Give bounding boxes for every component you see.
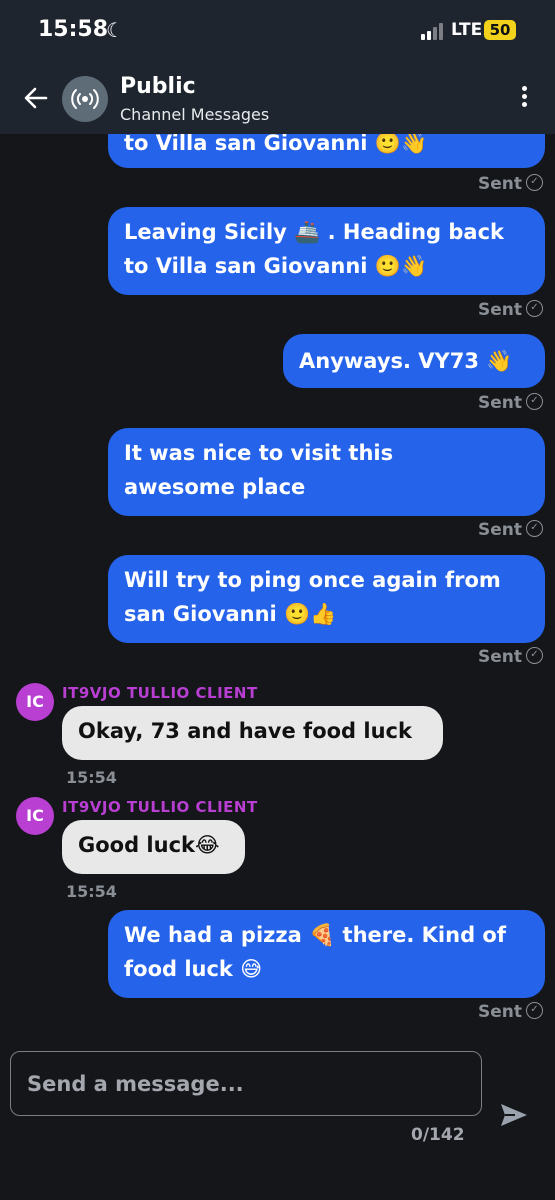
send-icon[interactable] xyxy=(499,1102,529,1128)
outgoing-message-bubble[interactable]: to Villa san Giovanni 🙂👋 xyxy=(108,134,545,168)
network-type: LTE xyxy=(451,20,483,40)
outgoing-message-bubble[interactable]: We had a pizza 🍕 there. Kind of food luc… xyxy=(108,910,545,998)
message-input[interactable] xyxy=(11,1052,481,1115)
message-status: Sent ✓ xyxy=(478,299,543,320)
outgoing-message-bubble[interactable]: Anyways. VY73 👋 xyxy=(283,334,545,388)
more-options-icon[interactable] xyxy=(512,84,536,114)
incoming-message-bubble[interactable]: Good luck😂 xyxy=(62,820,245,874)
message-line: It was nice to visit this xyxy=(124,441,394,465)
message-line: Will try to ping once again from xyxy=(124,568,501,592)
message-composer xyxy=(10,1051,482,1116)
check-icon: ✓ xyxy=(526,1001,543,1019)
message-text: Okay, 73 and have food luck xyxy=(78,719,412,743)
message-status: Sent ✓ xyxy=(478,646,543,667)
battery-indicator: 50 xyxy=(484,20,516,40)
avatar[interactable]: IC xyxy=(16,683,54,721)
outgoing-message-bubble[interactable]: Will try to ping once again from san Gio… xyxy=(108,555,545,643)
check-icon: ✓ xyxy=(526,392,543,410)
message-line: Anyways. VY73 👋 xyxy=(299,349,513,373)
message-status: Sent ✓ xyxy=(478,392,543,413)
check-icon: ✓ xyxy=(526,173,543,191)
message-status: Sent ✓ xyxy=(478,173,543,194)
sender-name: IT9VJO TULLIO CLIENT xyxy=(62,798,258,816)
message-line: We had a pizza 🍕 there. Kind of xyxy=(124,923,506,947)
channel-avatar[interactable] xyxy=(62,76,108,122)
check-icon: ✓ xyxy=(526,519,543,537)
moon-icon: ☾ xyxy=(106,18,124,42)
message-list[interactable]: to Villa san Giovanni 🙂👋 Sent ✓ Leaving S… xyxy=(0,134,555,1040)
message-status: Sent ✓ xyxy=(478,1001,543,1022)
broadcast-icon xyxy=(71,89,99,109)
channel-subtitle: Channel Messages xyxy=(120,105,270,124)
back-arrow-icon[interactable] xyxy=(22,84,50,112)
status-bar: 15:58 ☾ LTE 50 xyxy=(0,0,555,62)
message-time: 15:54 xyxy=(66,768,117,787)
incoming-message-bubble[interactable]: Okay, 73 and have food luck xyxy=(62,706,443,760)
message-status: Sent ✓ xyxy=(478,519,543,540)
message-text: Good luck😂 xyxy=(78,833,220,857)
message-line: food luck 😅 xyxy=(124,957,263,981)
signal-icon xyxy=(421,23,443,40)
message-line: san Giovanni 🙂👍 xyxy=(124,602,337,626)
channel-title: Public xyxy=(120,74,196,99)
message-line: to Villa san Giovanni 🙂👋 xyxy=(124,134,428,155)
message-line: awesome place xyxy=(124,475,306,499)
message-line: Leaving Sicily 🚢 . Heading back xyxy=(124,220,505,244)
avatar[interactable]: IC xyxy=(16,797,54,835)
message-line: to Villa san Giovanni 🙂👋 xyxy=(124,254,428,278)
outgoing-message-bubble[interactable]: Leaving Sicily 🚢 . Heading back to Villa… xyxy=(108,207,545,295)
check-icon: ✓ xyxy=(526,299,543,317)
app-bar: Public Channel Messages xyxy=(0,62,555,134)
sender-name: IT9VJO TULLIO CLIENT xyxy=(62,684,258,702)
outgoing-message-bubble[interactable]: It was nice to visit this awesome place xyxy=(108,428,545,516)
character-counter: 0/142 xyxy=(411,1125,465,1145)
check-icon: ✓ xyxy=(526,646,543,664)
message-time: 15:54 xyxy=(66,882,117,901)
status-time: 15:58 xyxy=(38,17,109,42)
